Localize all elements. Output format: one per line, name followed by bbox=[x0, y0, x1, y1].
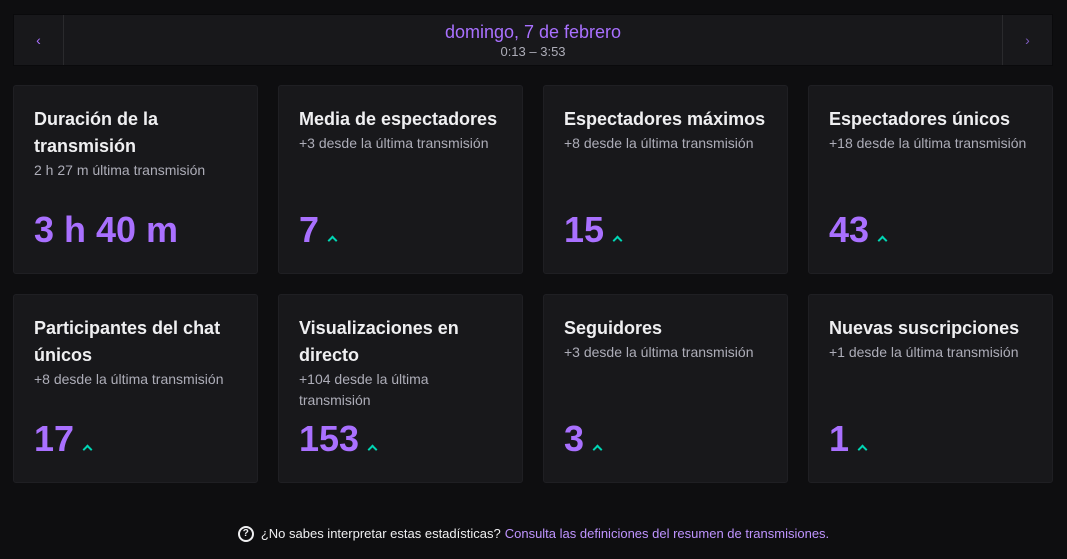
stat-card-unique-viewers: Espectadores únicos +18 desde la última … bbox=[808, 85, 1053, 274]
date-navigator: ‹ domingo, 7 de febrero 0:13 – 3:53 › bbox=[13, 14, 1053, 66]
stat-comparison: +1 desde la última transmisión bbox=[829, 344, 1019, 360]
stat-value: 1 bbox=[829, 418, 850, 459]
stat-value: 15 bbox=[564, 209, 605, 250]
trend-up-icon bbox=[327, 234, 337, 244]
stat-card-avg-viewers: Media de espectadores +3 desde la última… bbox=[278, 85, 523, 274]
stat-comparison: +104 desde la última transmisión bbox=[299, 371, 429, 408]
help-footer: ? ¿No sabes interpretar estas estadístic… bbox=[0, 525, 1067, 543]
stats-grid: Duración de la transmisión 2 h 27 m últi… bbox=[13, 85, 1053, 483]
stat-card-max-viewers: Espectadores máximos +8 desde la última … bbox=[543, 85, 788, 274]
trend-up-icon bbox=[592, 443, 602, 453]
question-circle-icon: ? bbox=[237, 526, 254, 542]
stat-comparison: +18 desde la última transmisión bbox=[829, 135, 1027, 151]
stat-title: Visualizaciones en directo bbox=[299, 318, 459, 365]
trend-up-icon bbox=[367, 443, 377, 453]
trend-up-icon bbox=[612, 234, 622, 244]
stat-card-new-subs: Nuevas suscripciones +1 desde la última … bbox=[808, 294, 1053, 483]
stat-comparison: +8 desde la última transmisión bbox=[564, 135, 754, 151]
trend-up-icon bbox=[877, 234, 887, 244]
stat-value: 153 bbox=[299, 418, 360, 459]
stat-title: Nuevas suscripciones bbox=[829, 318, 1020, 338]
stat-value: 7 bbox=[299, 209, 320, 250]
stat-title: Duración de la transmisión bbox=[34, 109, 159, 156]
stat-title: Media de espectadores bbox=[299, 109, 498, 129]
stat-value: 3 bbox=[564, 418, 585, 459]
stat-title: Espectadores máximos bbox=[564, 109, 766, 129]
chevron-right-icon: › bbox=[1025, 32, 1030, 48]
next-stream-button[interactable]: › bbox=[1002, 15, 1052, 65]
trend-up-icon bbox=[857, 443, 867, 453]
chevron-left-icon: ‹ bbox=[36, 32, 41, 48]
stat-comparison: +8 desde la última transmisión bbox=[34, 371, 224, 387]
stat-title: Espectadores únicos bbox=[829, 109, 1011, 129]
stat-value: 17 bbox=[34, 418, 75, 459]
stat-comparison: +3 desde la última transmisión bbox=[299, 135, 489, 151]
help-question: ¿No sabes interpretar estas estadísticas… bbox=[260, 526, 501, 541]
stream-time-range: 0:13 – 3:53 bbox=[500, 43, 566, 59]
stat-card-live-views: Visualizaciones en directo +104 desde la… bbox=[278, 294, 523, 483]
stat-card-duration: Duración de la transmisión 2 h 27 m últi… bbox=[13, 85, 258, 274]
stat-comparison: 2 h 27 m última transmisión bbox=[34, 162, 206, 178]
stat-comparison: +3 desde la última transmisión bbox=[564, 344, 754, 360]
stat-card-unique-chatters: Participantes del chat únicos +8 desde l… bbox=[13, 294, 258, 483]
stat-card-followers: Seguidores +3 desde la última transmisió… bbox=[543, 294, 788, 483]
stat-value: 43 bbox=[829, 209, 870, 250]
previous-stream-button[interactable]: ‹ bbox=[14, 15, 64, 65]
stream-date: domingo, 7 de febrero bbox=[444, 21, 622, 42]
stat-title: Seguidores bbox=[564, 318, 663, 338]
stat-value: 3 h 40 m bbox=[34, 209, 179, 250]
stream-date-header: domingo, 7 de febrero 0:13 – 3:53 bbox=[64, 15, 1002, 65]
definitions-link[interactable]: Consulta las definiciones del resumen de… bbox=[505, 525, 829, 543]
trend-up-icon bbox=[82, 443, 92, 453]
stat-title: Participantes del chat únicos bbox=[34, 318, 221, 365]
